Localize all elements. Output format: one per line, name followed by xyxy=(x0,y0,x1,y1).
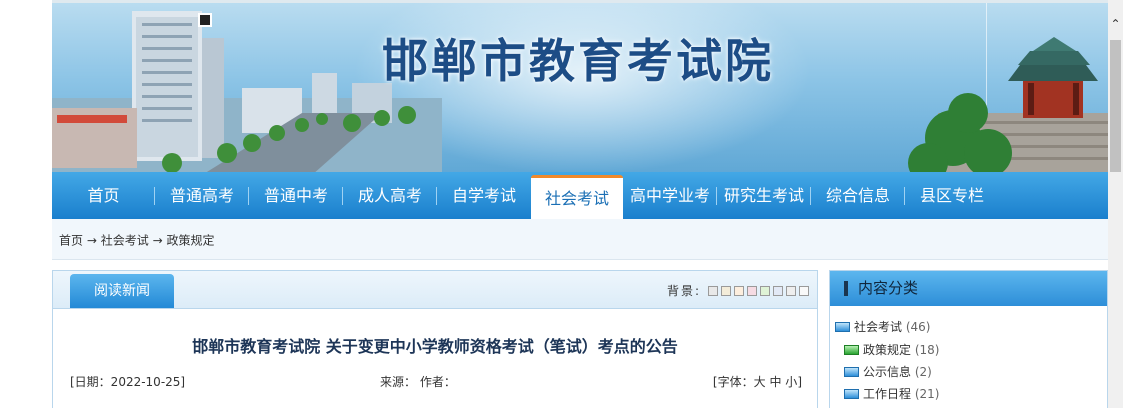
font-size-control: [字体：大 中 小] xyxy=(713,373,802,390)
nav-item-county[interactable]: 县区专栏 xyxy=(905,172,999,219)
background-label: 背景: xyxy=(666,284,701,298)
bg-swatch[interactable] xyxy=(773,285,783,296)
category-count: (21) xyxy=(914,387,940,401)
category-label: 公示信息 xyxy=(863,365,912,379)
bg-swatch[interactable] xyxy=(721,285,731,296)
nav-item-home[interactable]: 首页 xyxy=(52,172,155,219)
nav-item-gaokao[interactable]: 普通高考 xyxy=(155,172,249,219)
bg-swatch[interactable] xyxy=(734,285,744,296)
breadcrumb-home-link[interactable]: 首页 xyxy=(59,234,83,248)
nav-item-zhongkao[interactable]: 普通中考 xyxy=(249,172,343,219)
category-item-public-info[interactable]: 公示信息 (2) xyxy=(844,363,932,380)
article-panel: 阅读新闻 背景: 邯郸市教育考试院 关于变更中小学教师资格考试（笔试）考点的公告… xyxy=(52,270,818,408)
folder-green-icon xyxy=(844,345,859,355)
bg-swatch[interactable] xyxy=(760,285,770,296)
category-item-social-exam[interactable]: 社会考试 (46) xyxy=(835,318,930,335)
sidebar-header: 内容分类 xyxy=(830,271,1107,306)
nav-label: 高中学业考 xyxy=(629,186,710,205)
nav-label: 研究生考试 xyxy=(723,186,804,205)
vertical-scrollbar[interactable]: ⌃ xyxy=(1108,0,1123,408)
category-count: (2) xyxy=(914,365,932,379)
folder-blue-icon xyxy=(844,367,859,377)
category-label: 政策规定 xyxy=(863,343,912,357)
category-item-policy[interactable]: 政策规定 (18) xyxy=(844,341,939,358)
nav-label: 自学考试 xyxy=(451,186,516,205)
article-source-author: 来源： 作者： xyxy=(380,375,456,389)
font-large-link[interactable]: 大 xyxy=(754,375,766,389)
category-sidebar: 内容分类 社会考试 (46) 政策规定 (18) 公示信息 (2) 工作日程 (… xyxy=(829,270,1108,408)
article-date: [日期：2022-10-25] xyxy=(70,375,186,389)
nav-item-adult-exam[interactable]: 成人高考 xyxy=(343,172,437,219)
breadcrumb-social-exam-link[interactable]: 社会考试 xyxy=(101,234,149,248)
article-meta: [日期：2022-10-25] 来源： 作者： [字体：大 中 小] xyxy=(70,373,802,389)
site-title: 邯郸市教育考试院 xyxy=(382,34,774,88)
banner-badge-icon xyxy=(198,13,212,27)
scroll-up-arrow-icon[interactable]: ⌃ xyxy=(1108,14,1123,34)
nav-item-self-study[interactable]: 自学考试 xyxy=(437,172,531,219)
category-label: 工作日程 xyxy=(863,387,912,401)
font-size-suffix: ] xyxy=(797,375,802,389)
nav-label: 成人高考 xyxy=(357,186,422,205)
nav-label: 社会考试 xyxy=(544,189,609,208)
folder-blue-icon xyxy=(835,322,850,332)
main-nav: 首页 普通高考 普通中考 成人高考 自学考试 社会考试 高中学业考 研究生考试 … xyxy=(52,172,1108,219)
nav-label: 首页 xyxy=(87,186,120,205)
breadcrumb-policy-link[interactable]: 政策规定 xyxy=(166,234,214,248)
nav-label: 县区专栏 xyxy=(919,186,984,205)
scrollbar-thumb[interactable] xyxy=(1110,40,1121,172)
background-color-picker: 背景: xyxy=(667,282,809,299)
nav-item-high-school-test[interactable]: 高中学业考 xyxy=(623,172,717,219)
sidebar-title-bar-icon xyxy=(844,281,848,296)
bg-swatch[interactable] xyxy=(708,285,718,296)
nav-label: 普通中考 xyxy=(263,186,328,205)
nav-label: 综合信息 xyxy=(825,186,890,205)
folder-blue-icon xyxy=(844,389,859,399)
header-banner: 邯郸市教育考试院 xyxy=(52,0,1108,175)
category-count: (46) xyxy=(905,320,931,334)
bg-swatch[interactable] xyxy=(799,285,809,296)
bg-swatch[interactable] xyxy=(747,285,757,296)
sidebar-title: 内容分类 xyxy=(858,279,919,297)
category-label: 社会考试 xyxy=(854,320,903,334)
font-small-link[interactable]: 小 xyxy=(785,375,797,389)
pavilion-image xyxy=(908,37,1108,175)
article-title: 邯郸市教育考试院 关于变更中小学教师资格考试（笔试）考点的公告 xyxy=(192,337,678,356)
tab-read-news[interactable]: 阅读新闻 xyxy=(70,274,174,308)
category-item-schedule[interactable]: 工作日程 (21) xyxy=(844,385,939,402)
bg-swatch[interactable] xyxy=(786,285,796,296)
article-panel-header: 阅读新闻 背景: xyxy=(53,271,817,309)
nav-item-social-exam[interactable]: 社会考试 xyxy=(531,175,623,219)
nav-label: 普通高考 xyxy=(169,186,234,205)
nav-item-general-info[interactable]: 综合信息 xyxy=(811,172,905,219)
category-count: (18) xyxy=(914,343,940,357)
breadcrumb: 首页 → 社会考试 → 政策规定 xyxy=(52,219,1108,260)
breadcrumb-arrow: → xyxy=(152,233,163,248)
font-size-prefix: [字体： xyxy=(712,375,754,389)
page-container: 邯郸市教育考试院 首页 普通高考 普通中考 成人高考 自学考试 社会考试 高中学… xyxy=(52,0,1108,408)
font-medium-link[interactable]: 中 xyxy=(769,375,781,389)
breadcrumb-arrow: → xyxy=(86,233,97,248)
nav-item-graduate-exam[interactable]: 研究生考试 xyxy=(717,172,811,219)
